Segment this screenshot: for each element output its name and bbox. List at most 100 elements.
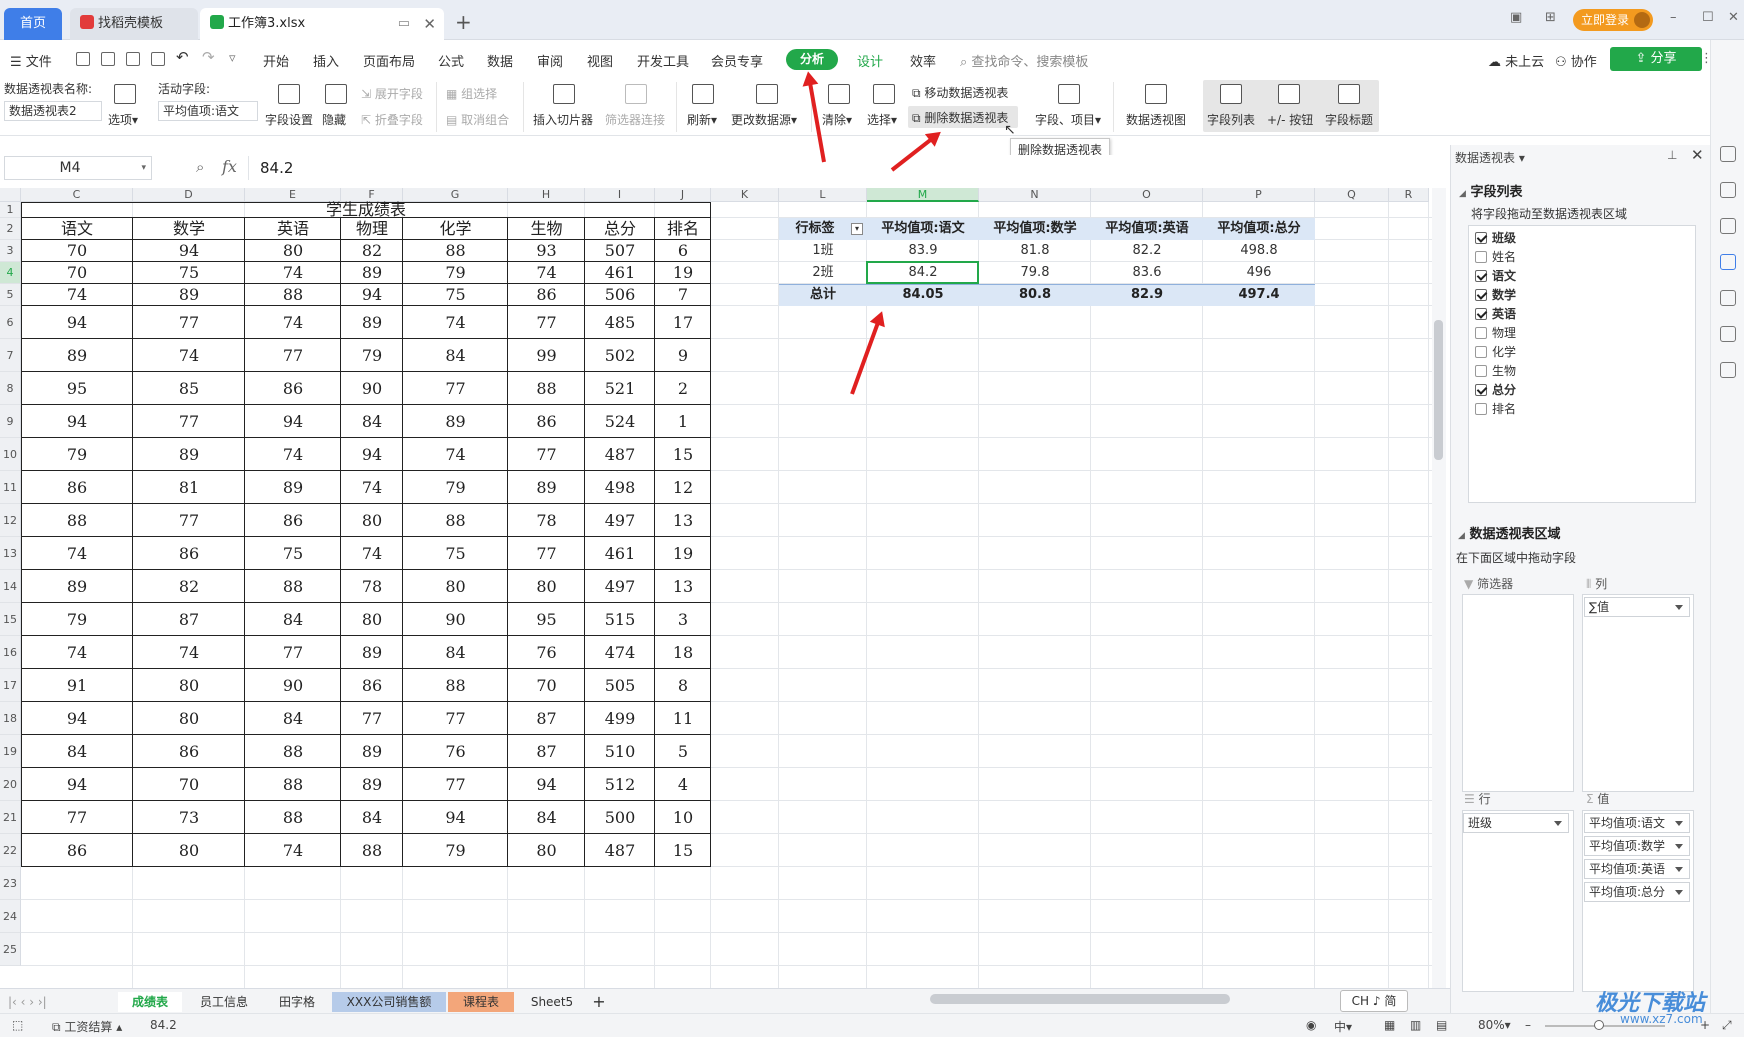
menu-design[interactable]: 设计	[857, 51, 883, 70]
field-item[interactable]: 物理	[1475, 323, 1516, 343]
score-cell[interactable]: 86	[21, 834, 133, 867]
value-item[interactable]: 平均值项:语文	[1584, 813, 1690, 833]
field-item[interactable]: 数学	[1475, 285, 1516, 305]
add-sheet-icon[interactable]: +	[590, 992, 608, 1012]
score-cell[interactable]: 497	[585, 570, 655, 603]
pivot-header[interactable]: 平均值项:数学	[979, 218, 1091, 240]
checkbox[interactable]	[1475, 327, 1487, 339]
pivot-total-cell[interactable]: 82.9	[1091, 284, 1203, 306]
score-cell[interactable]: 521	[585, 372, 655, 405]
score-cell[interactable]: 89	[403, 405, 508, 438]
fx-icon[interactable]: fx	[222, 157, 237, 176]
field-item[interactable]: 英语	[1475, 304, 1516, 324]
close-tab-icon[interactable]: ✕	[423, 8, 436, 40]
checkbox[interactable]	[1475, 346, 1487, 358]
score-cell[interactable]: 74	[245, 262, 341, 284]
sheet-nav-arrows[interactable]: |‹ ‹ › ›|	[8, 992, 88, 1012]
pivot-header[interactable]: 平均值项:总分	[1203, 218, 1315, 240]
value-item[interactable]: 平均值项:数学	[1584, 836, 1690, 856]
row-header[interactable]: 16	[0, 636, 21, 669]
score-cell[interactable]: 74	[21, 284, 133, 306]
ungroup-button[interactable]: ▤ 取消组合	[446, 111, 509, 128]
new-tab-icon[interactable]: +	[455, 10, 472, 34]
score-cell[interactable]: 91	[21, 669, 133, 702]
field-settings-icon[interactable]	[278, 84, 300, 104]
menu-analyze[interactable]: 分析	[786, 49, 838, 70]
score-cell[interactable]: 90	[341, 372, 403, 405]
score-cell[interactable]: 86	[508, 405, 585, 438]
field-headers-button[interactable]: 字段标题	[1325, 111, 1373, 128]
score-cell[interactable]: 75	[403, 537, 508, 570]
score-cell[interactable]: 88	[245, 570, 341, 603]
score-cell[interactable]: 84	[508, 801, 585, 834]
close-window-icon[interactable]: ✕	[1728, 10, 1739, 25]
horizontal-scroll-thumb[interactable]	[930, 994, 1230, 1004]
name-box[interactable]: M4 ▾	[4, 156, 152, 180]
spreadsheet-grid[interactable]: C D E F G H I J K L M N O P Q R 1 2 3 4 5 6 7 8 9 10 11 12 13 14 15 16 1…	[0, 188, 1446, 988]
score-cell[interactable]: 74	[341, 537, 403, 570]
score-cell[interactable]: 76	[508, 636, 585, 669]
plus-minus-button[interactable]: +/- 按钮	[1267, 111, 1313, 128]
score-cell[interactable]: 510	[585, 735, 655, 768]
column-header[interactable]: L	[779, 188, 867, 202]
score-cell[interactable]: 461	[585, 262, 655, 284]
score-cell[interactable]: 15	[655, 438, 711, 471]
pivot-cell[interactable]: 83.9	[867, 240, 979, 262]
eye-protection-icon[interactable]: ◉	[1306, 1018, 1316, 1032]
row-header[interactable]: 5	[0, 284, 21, 306]
fields-items-button[interactable]: 字段、项目▾	[1035, 111, 1101, 128]
sidebar-shape-icon[interactable]	[1720, 146, 1736, 162]
column-header[interactable]: H	[508, 188, 585, 202]
move-pivot-button[interactable]: ⧉ 移动数据透视表	[912, 84, 1008, 101]
sheet-tab[interactable]: 课程表	[448, 992, 514, 1012]
zoom-level[interactable]: 80%▾	[1478, 1018, 1511, 1032]
score-cell[interactable]: 80	[341, 504, 403, 537]
score-cell[interactable]: 89	[133, 438, 245, 471]
field-item[interactable]: 总分	[1475, 380, 1516, 400]
score-cell[interactable]: 77	[245, 636, 341, 669]
score-cell[interactable]: 94	[341, 438, 403, 471]
row-header[interactable]: 25	[0, 933, 21, 966]
select-icon[interactable]	[873, 84, 895, 104]
row-header[interactable]: 19	[0, 735, 21, 768]
active-field-input[interactable]: 平均值项:语文	[158, 101, 258, 121]
column-header[interactable]: Q	[1315, 188, 1389, 202]
pivot-header[interactable]: 平均值项:英语	[1091, 218, 1203, 240]
minimize-icon[interactable]: –	[1670, 10, 1677, 25]
row-header[interactable]: 7	[0, 339, 21, 372]
clear-button[interactable]: 清除▾	[822, 111, 852, 128]
score-cell[interactable]: 512	[585, 768, 655, 801]
score-cell[interactable]: 80	[341, 603, 403, 636]
score-cell[interactable]: 74	[21, 537, 133, 570]
vertical-scrollbar[interactable]	[1432, 188, 1446, 988]
field-item[interactable]: 化学	[1475, 342, 1516, 362]
pivot-cell[interactable]: 498.8	[1203, 240, 1315, 262]
sidebar-pivot-icon[interactable]	[1720, 254, 1736, 270]
input-method-icon[interactable]: 中▾	[1334, 1018, 1352, 1035]
score-cell[interactable]: 94	[21, 702, 133, 735]
column-header[interactable]: N	[979, 188, 1091, 202]
score-cell[interactable]: 80	[245, 240, 341, 262]
row-header[interactable]: 24	[0, 900, 21, 933]
score-cell[interactable]: 17	[655, 306, 711, 339]
score-cell[interactable]: 75	[133, 262, 245, 284]
checkbox-checked[interactable]	[1475, 289, 1487, 301]
row-header[interactable]: 17	[0, 669, 21, 702]
hide-button[interactable]: 隐藏	[322, 111, 346, 128]
menu-review[interactable]: 审阅	[537, 51, 563, 70]
score-cell[interactable]: 5	[655, 735, 711, 768]
score-cell[interactable]: 94	[21, 768, 133, 801]
score-cell[interactable]: 76	[403, 735, 508, 768]
menu-home[interactable]: 开始	[263, 51, 289, 70]
column-header[interactable]: G	[403, 188, 508, 202]
score-cell[interactable]: 89	[341, 768, 403, 801]
sidebar-location-icon[interactable]	[1720, 326, 1736, 342]
vertical-scroll-thumb[interactable]	[1434, 320, 1443, 460]
row-header[interactable]: 6	[0, 306, 21, 339]
score-cell[interactable]: 85	[133, 372, 245, 405]
hide-icon[interactable]	[325, 84, 347, 104]
pivot-chart-icon[interactable]	[1145, 84, 1167, 104]
preview-icon[interactable]	[151, 52, 165, 66]
sidebar-select-icon[interactable]	[1720, 182, 1736, 198]
pivot-cell[interactable]: 2班	[779, 262, 867, 284]
